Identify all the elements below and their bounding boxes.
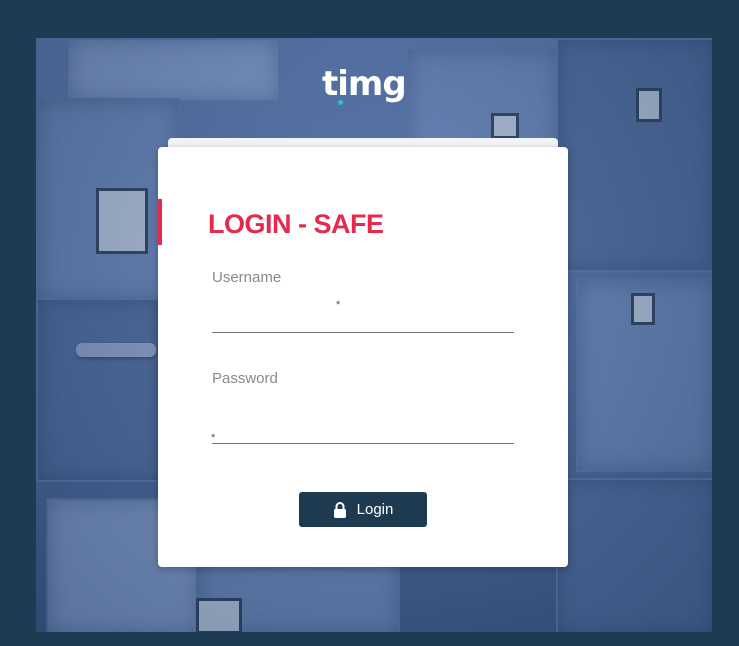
password-label: Password xyxy=(212,370,278,387)
title-accent-bar xyxy=(158,199,162,245)
window-frame: timg LOGIN - SAFE Username * Password * … xyxy=(0,0,739,646)
login-button-label: Login xyxy=(356,501,394,518)
logo-dot-icon xyxy=(338,100,343,105)
logo-text: timg xyxy=(322,64,407,104)
username-input[interactable] xyxy=(212,304,514,333)
login-button[interactable]: Login xyxy=(299,492,427,527)
username-label: Username xyxy=(212,269,282,286)
timg-logo: timg xyxy=(322,60,412,108)
page-title: LOGIN - SAFE xyxy=(208,209,384,239)
lock-icon xyxy=(333,501,346,518)
password-input[interactable] xyxy=(212,415,514,444)
login-card: LOGIN - SAFE Username * Password * Login xyxy=(158,147,568,567)
